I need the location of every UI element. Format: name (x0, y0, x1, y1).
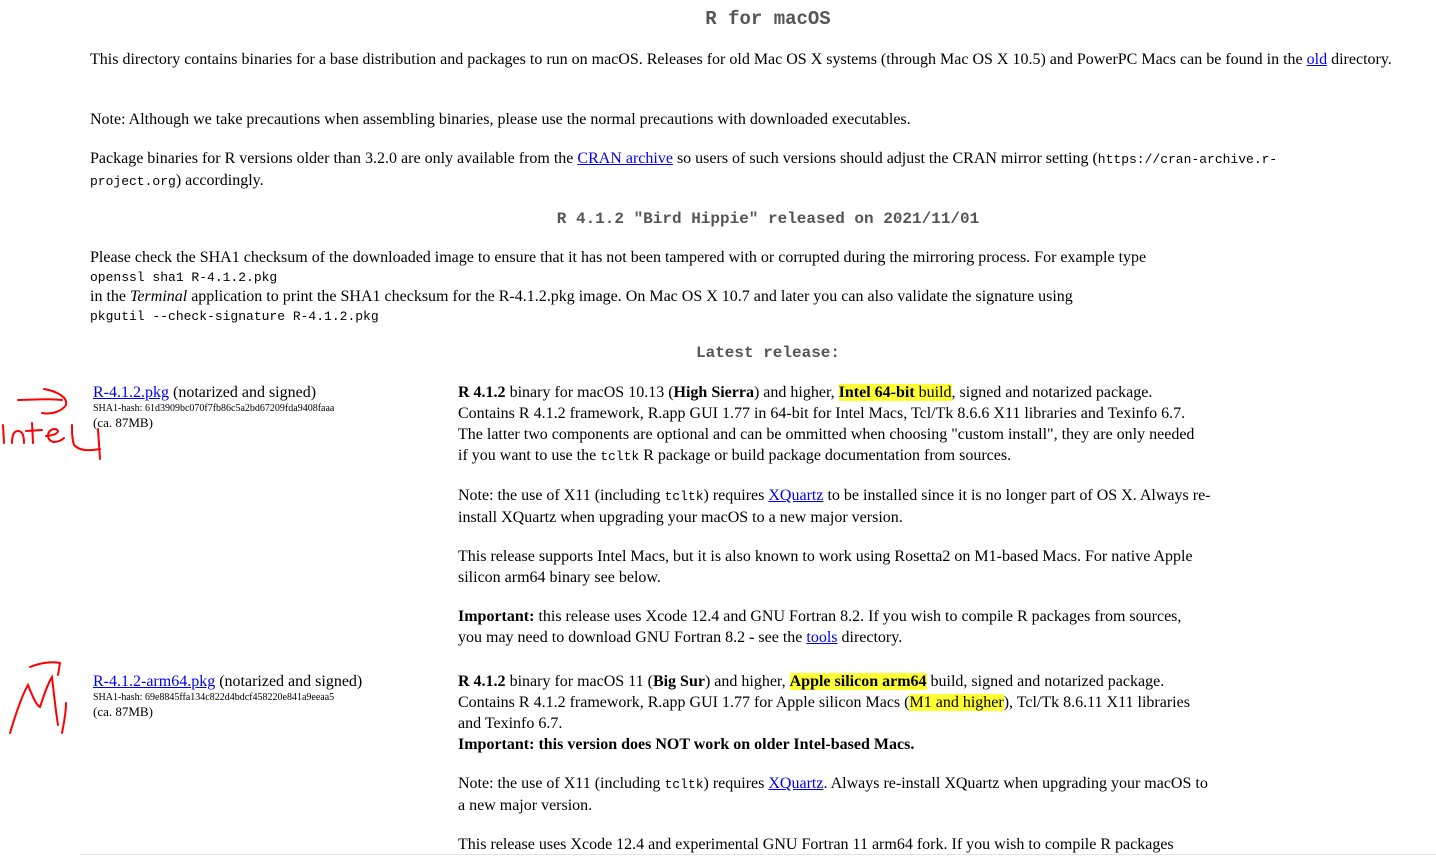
arm-contains-text-2: ), Tcl/Tk 8.6.11 X11 libraries (1003, 694, 1190, 711)
x11-note-text-2: ) requires (703, 487, 769, 504)
intro-text: This directory contains binaries for a b… (90, 51, 1307, 68)
intel-letter-l (71, 424, 101, 452)
rosetta-text: This release supports Intel Macs, but it… (458, 548, 1193, 565)
intel-letter-e (45, 427, 65, 444)
intel-sha1-hash: SHA1-hash: 61d3909bc070f7fb86c5a2bd67209… (93, 403, 335, 414)
arm-desc-text-3: build, signed and notarized package. (926, 673, 1165, 690)
intel-desc-paragraph-4: Important: this release uses Xcode 12.4 … (458, 606, 1308, 648)
arm-x11-text: Note: the use of X11 (including (458, 775, 665, 792)
intel-tcltk-text-2: R package or build package documentation… (639, 447, 1012, 464)
high-sierra-label: High Sierra (673, 384, 754, 401)
intel-contains-text: Contains R 4.1.2 framework, R.app GUI 1.… (458, 405, 1186, 422)
page-bottom-divider (80, 854, 1436, 855)
intel-tcltk-text: if you want to use the (458, 447, 601, 464)
tcltk-code: tcltk (664, 489, 704, 504)
intel-desc-paragraph-1: R 4.1.2 binary for macOS 10.13 (High Sie… (458, 382, 1308, 467)
arm-desc-text: binary for macOS 11 ( (505, 673, 653, 690)
intel-notarized-label: (notarized and signed) (169, 384, 317, 401)
intel-desc-text-3: , signed and notarized package. (951, 384, 1153, 401)
xquartz-link[interactable]: XQuartz (768, 487, 823, 504)
m1-letter-m (9, 674, 59, 734)
arm-x11-text-3: . Always re-install XQuartz when upgradi… (823, 775, 1208, 792)
tcltk-code: tcltk (664, 777, 704, 792)
m1-letter-1 (61, 702, 67, 734)
archive-text-end: ) accordingly. (175, 172, 264, 189)
arm-notarized-label: (notarized and signed) (215, 673, 363, 690)
arm-sha1-hash: SHA1-hash: 69e8845ffa134c822d4bdcf458220… (93, 692, 335, 703)
arm-x11-text-2: ) requires (703, 775, 769, 792)
big-sur-label: Big Sur (652, 673, 705, 690)
arm-desc-text-2: ) and higher, (704, 673, 790, 690)
x11-note-text: Note: the use of X11 (including (458, 487, 665, 504)
archive-paragraph: Package binaries for R versions older th… (90, 148, 1430, 192)
terminal-emphasis: Terminal (130, 288, 188, 305)
intel-description: R 4.1.2 binary for macOS 10.13 (High Sie… (458, 382, 1308, 648)
arm-size: (ca. 87MB) (93, 704, 153, 719)
rosetta-text-2: silicon arm64 binary see below. (458, 569, 661, 586)
checksum-text-3: application to print the SHA1 checksum f… (187, 288, 1073, 305)
checksum-text: Please check the SHA1 checksum of the do… (90, 249, 1147, 266)
intel-arrow-annotation (2, 388, 101, 460)
arm64-pkg-link[interactable]: R-4.1.2-arm64.pkg (93, 673, 215, 690)
archive-url-code-end: project.org (90, 174, 176, 189)
m1-arrow-annotation (9, 661, 67, 734)
arrow-head-line (41, 388, 68, 415)
intel-desc-paragraph-3: This release supports Intel Macs, but it… (458, 546, 1308, 588)
intel-desc-text: binary for macOS 10.13 ( (505, 384, 674, 401)
old-directory-link[interactable]: old (1307, 51, 1327, 68)
arrow-shaft-line (17, 398, 63, 401)
intel-optional-text: The latter two components are optional a… (458, 426, 1195, 443)
checksum-text-2: in the (90, 288, 130, 305)
tools-link[interactable]: tools (806, 629, 837, 646)
openssl-command: openssl sha1 R-4.1.2.pkg (90, 270, 278, 285)
important-label: Important: (458, 608, 535, 625)
arm-description: R 4.1.2 binary for macOS 11 (Big Sur) an… (458, 671, 1308, 855)
fortran-text-3: directory. (837, 629, 903, 646)
apple-silicon-highlight: Apple silicon arm64 (789, 673, 927, 690)
cran-archive-link[interactable]: CRAN archive (577, 150, 673, 167)
intro-paragraph: This directory contains binaries for a b… (90, 49, 1430, 70)
archive-text-middle: so users of such versions should adjust … (672, 150, 1098, 167)
intel-size: (ca. 87MB) (93, 415, 153, 430)
arm-desc-paragraph-2: Note: the use of X11 (including tcltk) r… (458, 773, 1308, 816)
arm-x11-text-4: a new major version. (458, 797, 593, 814)
xquartz-link[interactable]: XQuartz (768, 775, 823, 792)
x11-note-text-3: to be installed since it is no longer pa… (823, 487, 1211, 504)
pkgutil-command: pkgutil --check-signature R-4.1.2.pkg (90, 309, 379, 324)
arm-important-warning: Important: this version does NOT work on… (458, 736, 915, 753)
intel-version: R 4.1.2 (458, 384, 506, 401)
intel-desc-text-2: ) and higher, (753, 384, 839, 401)
arm-desc-paragraph-3: This release uses Xcode 12.4 and experim… (458, 836, 1174, 853)
intro-text-end: directory. (1327, 51, 1392, 68)
fortran-text-2: see the (754, 629, 807, 646)
tcltk-code: tcltk (600, 449, 640, 464)
page-title: R for macOS (705, 8, 831, 30)
latest-release-heading: Latest release: (695, 344, 841, 362)
note-paragraph: Note: Although we take precautions when … (90, 111, 911, 128)
m1-and-higher-highlight: M1 and higher (909, 694, 1004, 711)
arm-download-cell: R-4.1.2-arm64.pkg (notarized and signed)… (93, 671, 433, 719)
intel-letter-t (25, 422, 43, 444)
intel-build-highlight: build (914, 384, 952, 401)
arm-version: R 4.1.2 (458, 673, 506, 690)
xcode-text: this release uses Xcode 12.4 and GNU For… (534, 608, 1182, 625)
archive-text: Package binaries for R versions older th… (90, 150, 578, 167)
checksum-paragraph: Please check the SHA1 checksum of the do… (90, 248, 1430, 326)
release-heading: R 4.1.2 "Bird Hippie" released on 2021/1… (556, 210, 980, 228)
fortran-text: you may need to download GNU Fortran 8.2 (458, 629, 750, 646)
intel-letter-i (2, 424, 5, 444)
arm-desc-paragraph-1: R 4.1.2 binary for macOS 11 (Big Sur) an… (458, 671, 1308, 755)
m1-arrow-head (29, 661, 62, 676)
intel-download-cell: R-4.1.2.pkg (notarized and signed) SHA1-… (93, 382, 433, 430)
intel-64bit-highlight: Intel 64-bit (838, 384, 915, 401)
intel-desc-paragraph-2: Note: the use of X11 (including tcltk) r… (458, 485, 1308, 528)
archive-url-code: https://cran-archive.r- (1097, 152, 1278, 167)
arm-contains-text: Contains R 4.1.2 framework, R.app GUI 1.… (458, 694, 910, 711)
intel-letter-n (11, 429, 25, 444)
x11-note-text-4: install XQuartz when upgrading your macO… (458, 509, 903, 526)
arm-contains-text-3: and Texinfo 6.7. (458, 715, 563, 732)
intel-underline-stroke (97, 428, 101, 460)
